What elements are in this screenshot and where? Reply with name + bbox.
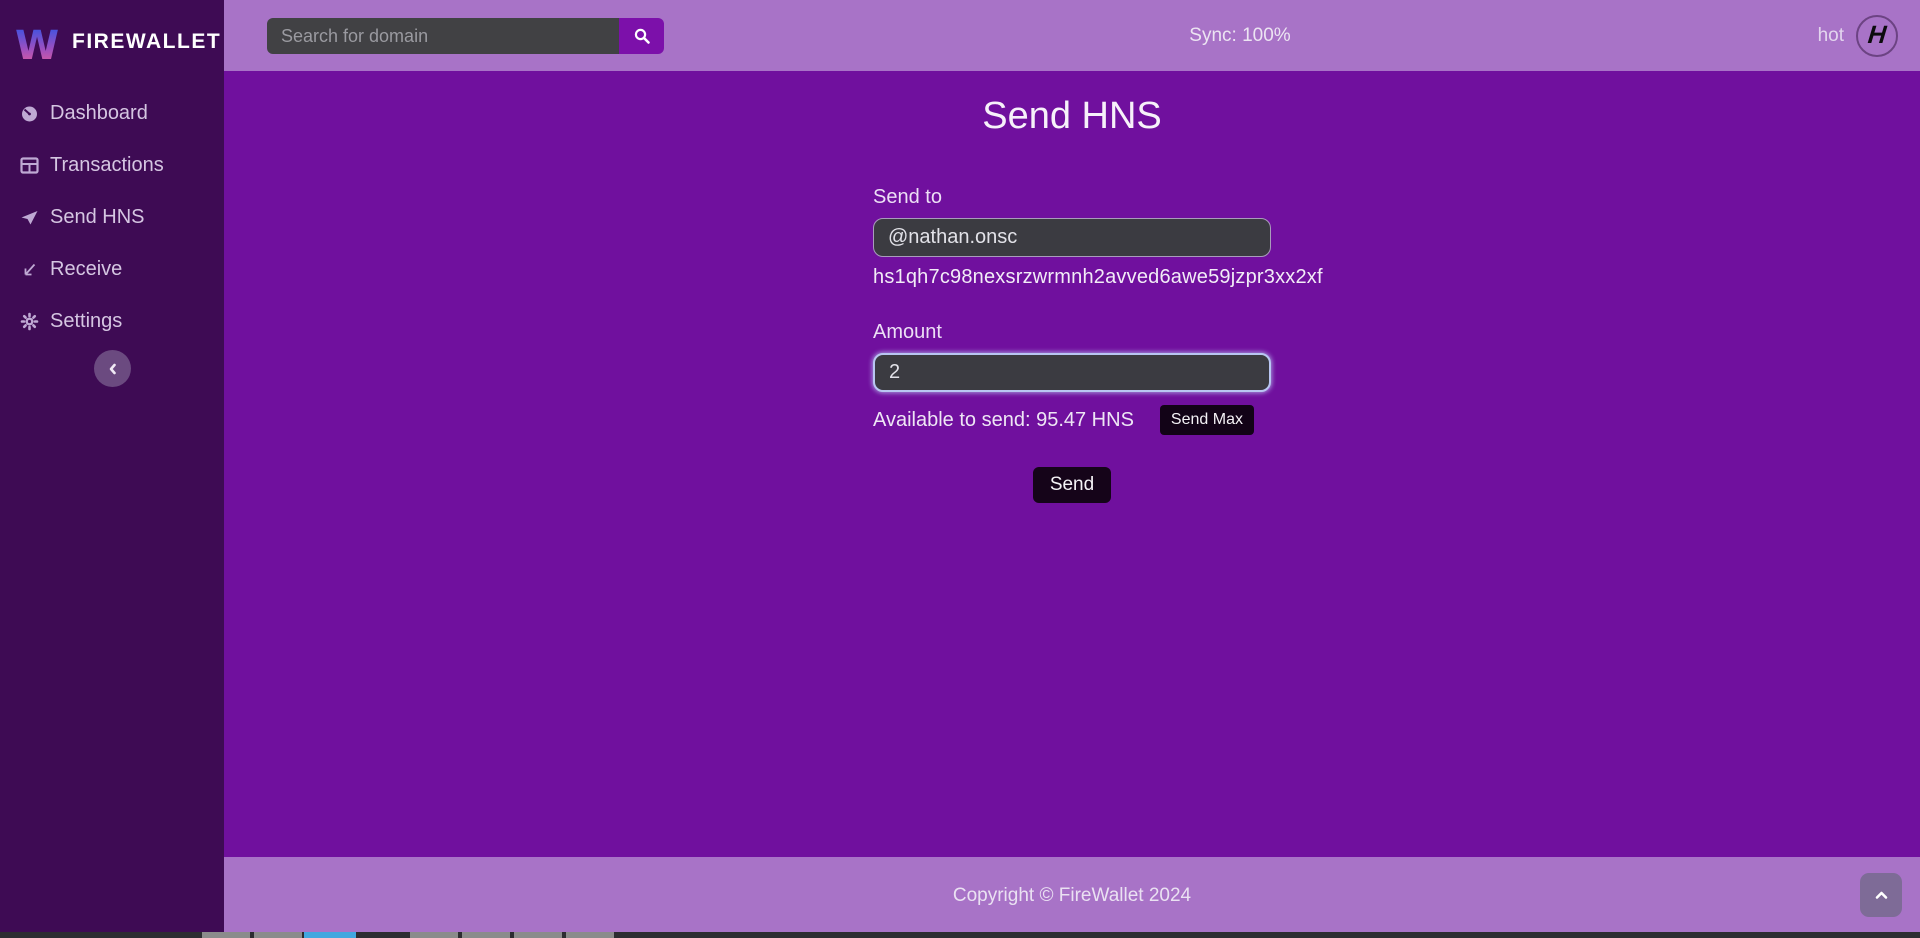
handshake-logo-icon[interactable]: H bbox=[1856, 15, 1898, 57]
brand: W FIREWALLET bbox=[0, 0, 224, 71]
taskbar-item[interactable] bbox=[202, 932, 250, 938]
firewallet-logo-icon: W bbox=[14, 19, 60, 65]
page-title: Send HNS bbox=[224, 95, 1920, 138]
sidebar-item-transactions[interactable]: Transactions bbox=[0, 139, 224, 191]
send-button[interactable]: Send bbox=[1033, 467, 1111, 503]
send-form: Send to hs1qh7c98nexsrzwrmnh2avved6awe59… bbox=[873, 186, 1271, 503]
search-input[interactable] bbox=[267, 18, 619, 54]
gauge-icon bbox=[19, 104, 39, 122]
sidebar-item-label: Transactions bbox=[50, 154, 164, 177]
sidebar-item-receive[interactable]: Receive bbox=[0, 243, 224, 295]
taskbar-item[interactable] bbox=[410, 932, 458, 938]
send-to-input[interactable] bbox=[873, 218, 1271, 257]
sidebar-item-label: Dashboard bbox=[50, 102, 148, 125]
sidebar: W FIREWALLET Dashboard bbox=[0, 0, 224, 932]
sidebar-item-label: Settings bbox=[50, 310, 122, 333]
taskbar-strip bbox=[0, 932, 1920, 938]
gear-icon bbox=[19, 312, 39, 330]
wallet-switcher: hot H bbox=[1818, 0, 1898, 71]
taskbar-item[interactable] bbox=[514, 932, 562, 938]
amount-input[interactable] bbox=[873, 353, 1271, 392]
main-content: Send HNS Send to hs1qh7c98nexsrzwrmnh2av… bbox=[224, 71, 1920, 857]
send-row: Send bbox=[873, 467, 1271, 503]
sidebar-item-dashboard[interactable]: Dashboard bbox=[0, 87, 224, 139]
topbar: Sync: 100% hot H bbox=[224, 0, 1920, 71]
taskbar-item[interactable] bbox=[254, 932, 302, 938]
send-max-button[interactable]: Send Max bbox=[1160, 405, 1254, 435]
amount-label: Amount bbox=[873, 321, 1271, 344]
taskbar-item-active[interactable] bbox=[304, 932, 356, 938]
paper-plane-icon bbox=[19, 208, 39, 226]
sidebar-item-settings[interactable]: Settings bbox=[0, 295, 224, 347]
available-to-send-text: Available to send: 95.47 HNS bbox=[873, 409, 1134, 432]
resolved-address: hs1qh7c98nexsrzwrmnh2avved6awe59jzpr3xx2… bbox=[873, 266, 1271, 289]
sidebar-item-label: Send HNS bbox=[50, 206, 145, 229]
domain-search bbox=[267, 18, 664, 54]
copyright-text: Copyright © FireWallet 2024 bbox=[224, 885, 1920, 907]
brand-name: FIREWALLET bbox=[72, 30, 221, 54]
wallet-name: hot bbox=[1818, 25, 1844, 47]
arrow-down-left-icon bbox=[19, 260, 39, 278]
sidebar-collapse-button[interactable] bbox=[94, 350, 131, 387]
sidebar-item-label: Receive bbox=[50, 258, 122, 281]
table-icon bbox=[19, 156, 39, 174]
scroll-to-top-button[interactable] bbox=[1860, 873, 1902, 917]
sync-status: Sync: 100% bbox=[1172, 0, 1308, 71]
svg-text:W: W bbox=[15, 23, 59, 65]
sidebar-item-send-hns[interactable]: Send HNS bbox=[0, 191, 224, 243]
taskbar-item[interactable] bbox=[462, 932, 510, 938]
sidebar-nav: Dashboard Transactions Send HNS bbox=[0, 87, 224, 347]
handshake-letter: H bbox=[1867, 23, 1888, 48]
chevron-left-icon bbox=[106, 362, 120, 376]
taskbar-item[interactable] bbox=[566, 932, 614, 938]
search-button[interactable] bbox=[619, 18, 664, 54]
chevron-up-icon bbox=[1874, 889, 1889, 901]
magnifier-icon bbox=[633, 27, 651, 45]
footer: Copyright © FireWallet 2024 bbox=[224, 857, 1920, 932]
send-to-label: Send to bbox=[873, 186, 1271, 209]
available-row: Available to send: 95.47 HNS Send Max bbox=[873, 405, 1271, 435]
